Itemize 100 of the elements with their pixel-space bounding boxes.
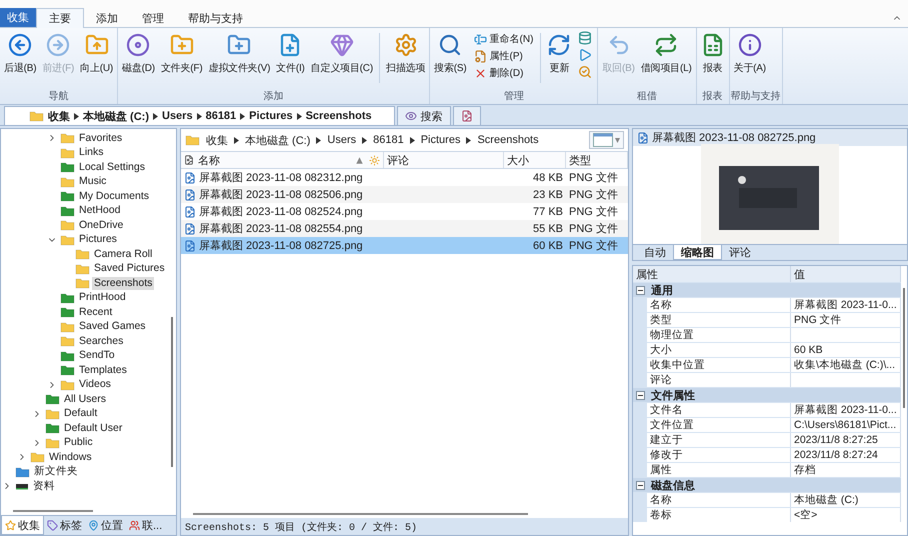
ribbon-button[interactable]: 扫描选项 — [382, 31, 428, 77]
tree-item[interactable]: NetHood — [77, 204, 122, 218]
tree-item[interactable]: Public — [62, 436, 95, 450]
ribbon-button[interactable]: 虚拟文件夹(V) — [205, 31, 274, 77]
path-segment[interactable]: 86181 — [373, 134, 404, 146]
ribbon-button[interactable]: 更新 — [544, 31, 574, 77]
tree-item[interactable]: SendTo — [77, 349, 117, 362]
tree-item[interactable]: 新文件夹 — [32, 465, 80, 478]
preview-title: 屏幕截图 2023-11-08 082725.png — [652, 131, 816, 145]
app-menu-button[interactable]: 收集 — [0, 8, 36, 27]
tree-item[interactable]: Default — [62, 407, 100, 420]
category-row[interactable]: 通用 — [633, 283, 901, 297]
ribbon-button[interactable]: 报表 — [698, 31, 728, 77]
column-header[interactable]: 大小 — [504, 152, 566, 168]
toolbar-icon-button[interactable] — [578, 48, 592, 62]
path-segment[interactable]: 本地磁盘 (C:) — [83, 108, 149, 124]
property-value: 收集\本地磁盘 (C:)\... — [791, 358, 901, 372]
tree-item[interactable]: All Users — [62, 392, 108, 406]
panel-tab[interactable]: 位置 — [85, 516, 126, 535]
path-segment[interactable]: Users — [327, 134, 356, 146]
panel-tab[interactable]: 收集 — [1, 516, 44, 535]
ribbon-tab[interactable]: 帮助与支持 — [176, 9, 255, 27]
tree-item[interactable]: Favorites — [77, 132, 124, 145]
path-segment[interactable]: 收集 — [48, 108, 70, 124]
tree-item[interactable]: Screenshots — [92, 276, 154, 290]
column-header[interactable]: 评论 — [384, 152, 504, 168]
tree-item[interactable]: Searches — [77, 334, 126, 348]
vertical-scrollbar[interactable] — [170, 317, 172, 467]
tree-item[interactable]: Local Settings — [77, 160, 147, 174]
property-name: 类型 — [647, 313, 791, 327]
toolbar-icon-button[interactable] — [578, 31, 592, 45]
search-tab[interactable]: 搜索 — [396, 106, 451, 125]
folder-icon — [60, 335, 75, 348]
path-segment[interactable]: Pictures — [420, 134, 460, 146]
document-tab[interactable]: 收集 本地磁盘 (C:) Users 86181 Pictures Screenshots — [4, 106, 395, 125]
tree-item[interactable]: Camera Roll — [92, 248, 154, 261]
path-segment[interactable]: Screenshots — [477, 134, 539, 146]
column-header[interactable]: 类型 — [566, 152, 628, 168]
ribbon-button[interactable]: 借阅项目(L) — [638, 31, 695, 77]
ribbon-button[interactable]: 文件(I) — [273, 31, 308, 77]
ribbon-small-button[interactable]: 属性(P) — [474, 48, 534, 64]
table-cell-text: 60 KB — [532, 238, 564, 254]
ribbon-button[interactable]: 磁盘(D) — [119, 31, 158, 77]
tree-item[interactable]: OneDrive — [77, 218, 126, 232]
panel-tab[interactable]: 标签 — [44, 516, 85, 535]
category-row[interactable]: 文件属性 — [633, 388, 901, 402]
tree-item[interactable]: Saved Games — [77, 320, 148, 334]
path-segment[interactable]: 86181 — [206, 110, 236, 122]
tree-item[interactable]: Links — [77, 146, 106, 160]
path-segment[interactable]: 收集 — [206, 132, 228, 148]
path-segment[interactable]: 本地磁盘 (C:) — [245, 132, 310, 148]
tree-item[interactable]: Windows — [47, 450, 94, 464]
property-name: 建立于 — [647, 433, 791, 447]
file-row[interactable]: 屏幕截图 2023-11-08 082554.png 55 KB PNG 文件 — [181, 220, 628, 237]
tree-item[interactable]: Music — [77, 175, 108, 188]
tree-item[interactable]: Recent — [77, 306, 114, 319]
ribbon-small-button[interactable]: 删除(D) — [474, 65, 534, 81]
preview-tab[interactable]: 评论 — [722, 245, 758, 260]
ribbon-button[interactable]: 向上(U) — [77, 31, 116, 77]
image-file-icon — [184, 172, 196, 184]
tree-item[interactable]: My Documents — [77, 190, 152, 203]
preview-tab[interactable]: 自动 — [637, 245, 673, 260]
path-separator-icon — [362, 136, 368, 144]
ribbon-button[interactable]: 后退(B) — [1, 31, 40, 77]
path-segment[interactable]: Users — [162, 110, 193, 122]
path-segment[interactable]: Screenshots — [306, 110, 372, 122]
tree-item[interactable]: Templates — [77, 364, 129, 377]
ribbon-button[interactable]: 自定义项目(C) — [308, 31, 376, 77]
tree-item[interactable]: 资料 — [31, 480, 57, 493]
ribbon-button[interactable]: 搜索(S) — [431, 31, 470, 77]
category-row[interactable]: 磁盘信息 — [633, 478, 901, 492]
column-header[interactable]: 名称 — [181, 152, 384, 168]
preview-tab[interactable]: 缩略图 — [673, 245, 722, 260]
ribbon-tab[interactable]: 添加 — [84, 9, 130, 27]
ribbon-tab[interactable]: 主要 — [36, 8, 84, 28]
ribbon-tab[interactable]: 管理 — [130, 9, 176, 27]
panel-tab[interactable]: 联... — [126, 516, 166, 535]
ribbon-small-button[interactable]: 重命名(N) — [474, 31, 534, 47]
horizontal-scrollbar[interactable] — [13, 510, 93, 512]
view-mode-button[interactable] — [589, 131, 624, 149]
document-tab[interactable] — [452, 106, 481, 125]
tree-item[interactable]: Saved Pictures — [92, 262, 167, 276]
ribbon-button[interactable]: 文件夹(F) — [158, 31, 206, 77]
ribbon-button[interactable]: 关于(A) — [730, 31, 769, 77]
file-row[interactable]: 屏幕截图 2023-11-08 082506.png 23 KB PNG 文件 — [181, 186, 628, 203]
tree-item[interactable]: PrintHood — [77, 291, 128, 304]
file-row[interactable]: 屏幕截图 2023-11-08 082725.png 60 KB PNG 文件 — [181, 237, 628, 254]
collapse-icon[interactable] — [636, 390, 645, 400]
collapse-icon[interactable] — [636, 286, 645, 294]
arrow-right-circle-icon — [46, 33, 70, 57]
vertical-scrollbar[interactable] — [902, 288, 905, 408]
tree-item[interactable]: Pictures — [77, 233, 119, 246]
tree-item[interactable]: Default User — [62, 422, 124, 435]
collapse-icon[interactable] — [636, 480, 645, 490]
path-separator-icon — [296, 112, 302, 120]
property-value: 屏幕截图 2023-11-0... — [791, 298, 901, 312]
folder-icon — [60, 146, 75, 159]
path-segment[interactable]: Pictures — [249, 110, 293, 122]
tree-item[interactable]: Videos — [77, 378, 113, 392]
horizontal-scrollbar[interactable] — [193, 513, 528, 515]
